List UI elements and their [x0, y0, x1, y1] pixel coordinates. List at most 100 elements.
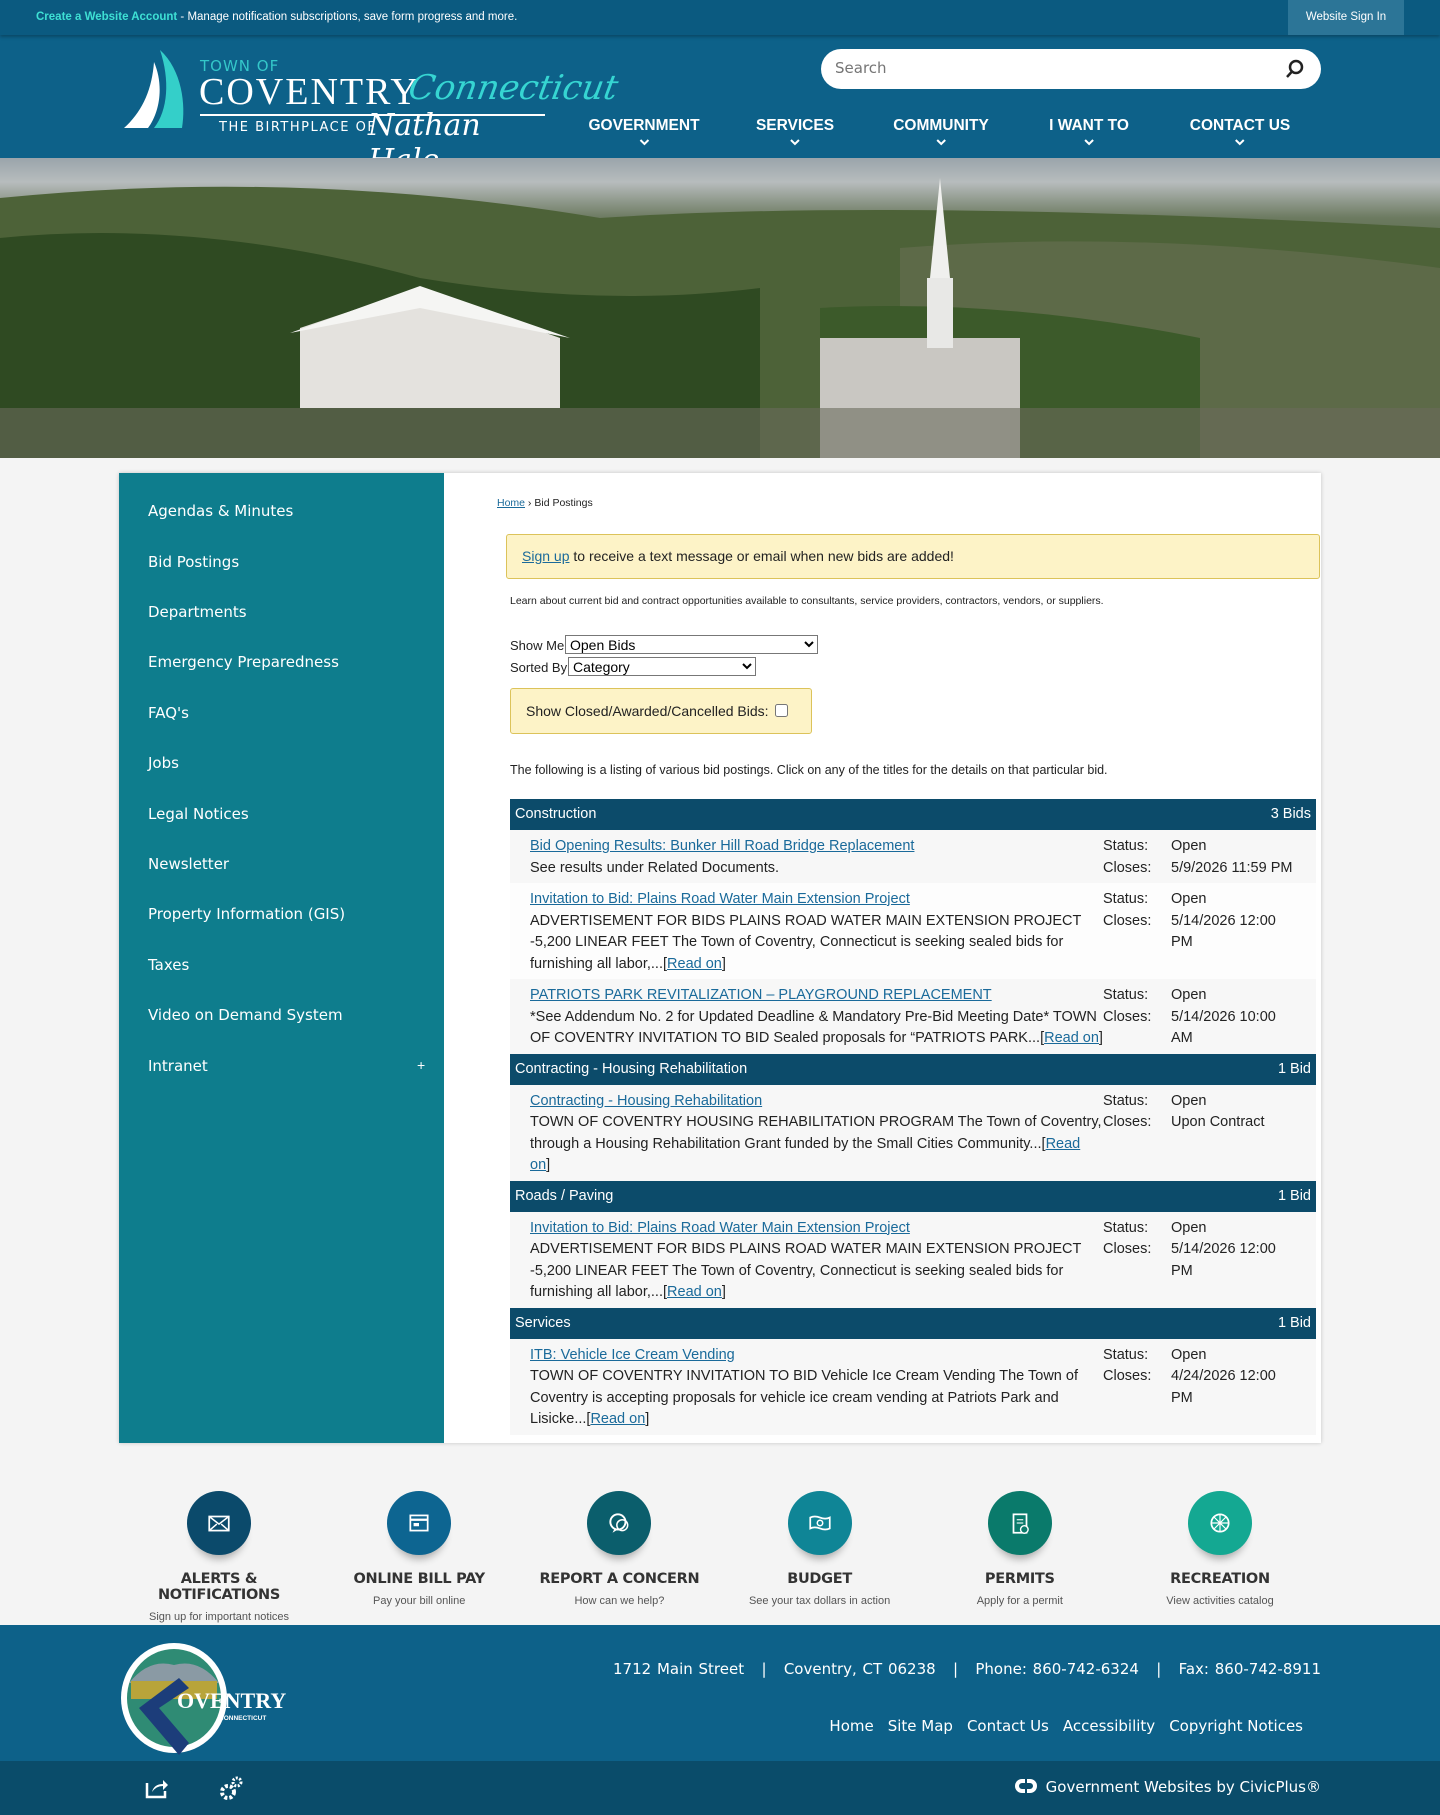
read-on-link[interactable]: Read on: [590, 1411, 645, 1427]
bid-row: ITB: Vehicle Ice Cream Vending TOWN OF CO…: [510, 1338, 1316, 1435]
seal-logo-text: OVENTRY: [177, 1688, 286, 1713]
quick-link-report-a-concern[interactable]: REPORT A CONCERN How can we help?: [524, 1485, 714, 1607]
bid-row: Bid Opening Results: Bunker Hill Road Br…: [510, 830, 1316, 883]
signup-alert: Sign up to receive a text message or ema…: [506, 534, 1320, 579]
sign-up-link[interactable]: Sign up: [522, 548, 569, 564]
show-closed-checkbox[interactable]: [774, 704, 788, 717]
sidebar-item-legal-notices[interactable]: Legal Notices: [148, 805, 249, 823]
sidebar-item-video-on-demand[interactable]: Video on Demand System: [148, 1006, 343, 1024]
bid-title-link[interactable]: Invitation to Bid: Plains Road Water Mai…: [530, 1220, 910, 1236]
sidebar-item-faqs[interactable]: FAQ's: [148, 704, 189, 722]
bid-info: Invitation to Bid: Plains Road Water Mai…: [530, 1219, 1082, 1301]
read-on-link[interactable]: Read on: [667, 956, 722, 972]
footer-link-home[interactable]: Home: [829, 1717, 873, 1735]
bid-status: Open: [1171, 891, 1207, 907]
closes-label: Closes:: [1103, 1368, 1152, 1384]
quick-link-subtitle: Apply for a permit: [976, 1595, 1063, 1607]
bid-values: Open 5/14/2026 12:00 PM: [1171, 1218, 1316, 1304]
footer-link-site-map[interactable]: Site Map: [888, 1717, 953, 1735]
bid-category-header: Contracting - Housing Rehabilitation 1 Bi…: [510, 1053, 1316, 1085]
bid-info: Bid Opening Results: Bunker Hill Road Br…: [530, 836, 1103, 879]
bid-info: PATRIOTS PARK REVITALIZATION – PLAYGROUN…: [530, 987, 1103, 1047]
sidebar-item-intranet[interactable]: Intranet: [148, 1057, 208, 1075]
bid-values: Open Upon Contract: [1171, 1091, 1316, 1177]
sidebar-item-taxes[interactable]: Taxes: [148, 956, 189, 974]
chevron-down-icon: [790, 139, 800, 146]
breadcrumb-home-link[interactable]: Home: [497, 497, 525, 509]
quick-link-alerts-notifications[interactable]: ALERTS & NOTIFICATIONS Sign up for impor…: [124, 1485, 314, 1623]
footer-address: 1712 Main Street | Coventry, CT 06238 | …: [613, 1660, 1321, 1678]
sidebar-item-agendas-minutes[interactable]: Agendas & Minutes: [148, 502, 293, 520]
address-street: 1712 Main Street: [613, 1660, 745, 1678]
alert-text: to receive a text message or email when …: [569, 548, 954, 564]
search-input[interactable]: [835, 59, 1255, 77]
site-logo[interactable]: TOWN OF COVENTRY Connecticut THE BIRTHPL…: [124, 50, 621, 178]
sidebar-item-emergency-preparedness[interactable]: Emergency Preparedness: [148, 653, 339, 671]
account-message-text: - Manage notification subscriptions, sav…: [177, 11, 518, 23]
civicplus-credit[interactable]: Government Websites by CivicPlus®: [1014, 1778, 1321, 1796]
nav-government[interactable]: GOVERNMENT: [588, 117, 700, 147]
bid-labels: Status: Closes:: [1103, 985, 1171, 1050]
closes-label: Closes:: [1103, 1241, 1152, 1257]
bid-title-link[interactable]: Bid Opening Results: Bunker Hill Road Br…: [530, 838, 914, 854]
bid-title-link[interactable]: PATRIOTS PARK REVITALIZATION – PLAYGROUN…: [530, 987, 992, 1003]
chevron-down-icon: [639, 139, 649, 146]
sidebar-item-departments[interactable]: Departments: [148, 603, 247, 621]
show-me-select[interactable]: Open Bids: [565, 635, 818, 654]
bid-title-link[interactable]: Contracting - Housing Rehabilitation: [530, 1093, 762, 1109]
share-icon[interactable]: [145, 1777, 169, 1799]
sidebar-item-bid-postings[interactable]: Bid Postings: [148, 553, 239, 571]
category-count: 3 Bids: [1270, 806, 1311, 822]
quick-link-circle: [987, 1491, 1052, 1555]
read-on-link[interactable]: Read on: [667, 1284, 722, 1300]
chevron-down-icon: [936, 139, 946, 146]
search-box: [821, 49, 1321, 89]
bid-title-link[interactable]: Invitation to Bid: Plains Road Water Mai…: [530, 891, 910, 907]
quick-link-online-bill-pay[interactable]: ONLINE BILL PAY Pay your bill online: [324, 1485, 514, 1607]
create-account-link[interactable]: Create a Website Account: [36, 11, 177, 23]
breadcrumb: Home › Bid Postings: [497, 497, 593, 509]
category-name: Construction: [515, 806, 597, 822]
bid-description: *See Addendum No. 2 for Updated Deadline…: [530, 1008, 1097, 1047]
closes-label: Closes:: [1103, 912, 1152, 929]
bid-info: Invitation to Bid: Plains Road Water Mai…: [530, 891, 1082, 972]
bid-title-link[interactable]: ITB: Vehicle Ice Cream Vending: [530, 1347, 735, 1363]
sidebar-item-jobs[interactable]: Jobs: [148, 754, 179, 772]
quick-link-budget[interactable]: BUDGET See your tax dollars in action: [725, 1485, 915, 1607]
bid-closes: Upon Contract: [1171, 1114, 1265, 1130]
separator: |: [1156, 1660, 1162, 1678]
category-name: Contracting - Housing Rehabilitation: [515, 1060, 748, 1077]
bid-info: Contracting - Housing Rehabilitation TOWN…: [530, 1092, 1102, 1174]
bid-row: Invitation to Bid: Plains Road Water Mai…: [510, 883, 1316, 979]
bid-closes: 5/14/2026 10:00 AM: [1171, 1008, 1276, 1047]
sidebar-item-newsletter[interactable]: Newsletter: [148, 855, 229, 873]
bid-labels: Status: Closes:: [1103, 836, 1171, 879]
ball-icon: [1210, 1513, 1230, 1533]
nav-community[interactable]: COMMUNITY: [893, 117, 989, 147]
bid-values: Open 4/24/2026 12:00 PM: [1171, 1345, 1316, 1431]
footer-link-copyright[interactable]: Copyright Notices: [1169, 1717, 1303, 1735]
category-count: 1 Bid: [1277, 1060, 1311, 1077]
nav-i-want-to[interactable]: I WANT TO: [1049, 117, 1129, 147]
expand-intranet-button[interactable]: +: [417, 1057, 425, 1073]
bid-values: Open 5/14/2026 12:00 PM: [1171, 889, 1316, 975]
search-icon[interactable]: [1285, 59, 1305, 79]
phone-number[interactable]: Phone: 860-742-6324: [975, 1660, 1139, 1678]
nav-contact-us[interactable]: CONTACT US: [1190, 117, 1290, 147]
website-sign-in-button[interactable]: Website Sign In: [1288, 0, 1404, 35]
sidebar-item-property-information[interactable]: Property Information (GIS): [148, 905, 345, 923]
footer-link-contact-us[interactable]: Contact Us: [967, 1717, 1049, 1735]
quick-link-recreation[interactable]: RECREATION View activities catalog: [1125, 1485, 1315, 1607]
read-on-link[interactable]: Read on: [1044, 1030, 1099, 1046]
closes-label: Closes:: [1103, 1114, 1152, 1130]
nav-services[interactable]: SERVICES: [756, 117, 834, 147]
chevron-down-icon: [1084, 139, 1094, 146]
quick-link-title: ALERTS & NOTIFICATIONS: [157, 1571, 281, 1603]
footer-link-accessibility[interactable]: Accessibility: [1063, 1717, 1155, 1735]
sidebar: Agendas & Minutes Bid Postings Departmen…: [119, 473, 444, 1443]
sorted-by-select[interactable]: Category: [568, 657, 756, 676]
sorted-by-label: Sorted By: [510, 660, 568, 675]
bid-status: Open: [1171, 987, 1207, 1003]
settings-gears-icon[interactable]: [220, 1775, 244, 1801]
quick-link-permits[interactable]: PERMITS Apply for a permit: [925, 1485, 1115, 1607]
